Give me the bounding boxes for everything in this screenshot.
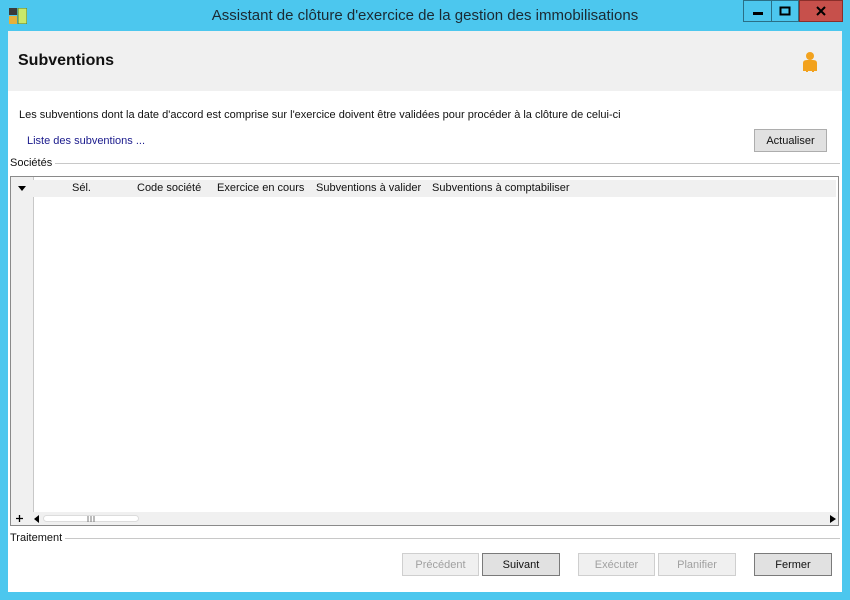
close-button[interactable] xyxy=(799,0,843,22)
maximize-button[interactable] xyxy=(771,0,799,22)
societes-group-border xyxy=(10,163,840,164)
refresh-button[interactable]: Actualiser xyxy=(754,129,827,152)
column-header-subventions-valider[interactable]: Subventions à valider xyxy=(316,182,421,194)
societes-grid[interactable]: Sél. Code société Exercice en cours Subv… xyxy=(10,176,839,526)
horizontal-scrollbar[interactable] xyxy=(33,512,838,525)
minimize-button[interactable] xyxy=(743,0,771,22)
previous-button[interactable]: Précédent xyxy=(402,553,479,576)
column-header-code-societe[interactable]: Code société xyxy=(137,182,201,194)
title-bar[interactable]: Assistant de clôture d'exercice de la ge… xyxy=(0,0,850,31)
scroll-left-icon[interactable] xyxy=(34,515,40,523)
column-header-subventions-comptabiliser[interactable]: Subventions à comptabiliser xyxy=(432,182,570,194)
close-icon xyxy=(816,6,826,16)
wizard-client-area: Subventions Les subventions dont la date… xyxy=(8,31,842,592)
add-row-icon[interactable] xyxy=(15,514,24,523)
maximize-icon xyxy=(779,6,791,16)
minimize-icon xyxy=(752,12,763,15)
column-header-sel[interactable]: Sél. xyxy=(72,182,91,194)
schedule-button[interactable]: Planifier xyxy=(658,553,736,576)
next-button[interactable]: Suivant xyxy=(482,553,560,576)
person-icon xyxy=(803,52,817,72)
wizard-header: Subventions xyxy=(8,31,842,91)
traitement-group-border xyxy=(10,538,840,539)
societes-group-label: Sociétés xyxy=(10,157,56,169)
grip-icon xyxy=(87,516,95,522)
close-wizard-button[interactable]: Fermer xyxy=(754,553,832,576)
page-title: Subventions xyxy=(18,52,115,69)
scrollbar-thumb[interactable] xyxy=(43,515,139,522)
window-title: Assistant de clôture d'exercice de la ge… xyxy=(211,7,639,24)
chevron-down-icon[interactable] xyxy=(18,186,26,192)
scroll-right-icon[interactable] xyxy=(830,515,836,523)
traitement-group-label: Traitement xyxy=(10,532,66,544)
grants-list-link[interactable]: Liste des subventions ... xyxy=(27,135,145,147)
column-header-exercice[interactable]: Exercice en cours xyxy=(217,182,304,194)
grid-row-header xyxy=(11,177,34,525)
description-text: Les subventions dont la date d'accord es… xyxy=(19,109,621,121)
execute-button[interactable]: Exécuter xyxy=(578,553,655,576)
grid-column-headers: Sél. Code société Exercice en cours Subv… xyxy=(33,180,836,197)
application-window: Assistant de clôture d'exercice de la ge… xyxy=(0,0,850,600)
